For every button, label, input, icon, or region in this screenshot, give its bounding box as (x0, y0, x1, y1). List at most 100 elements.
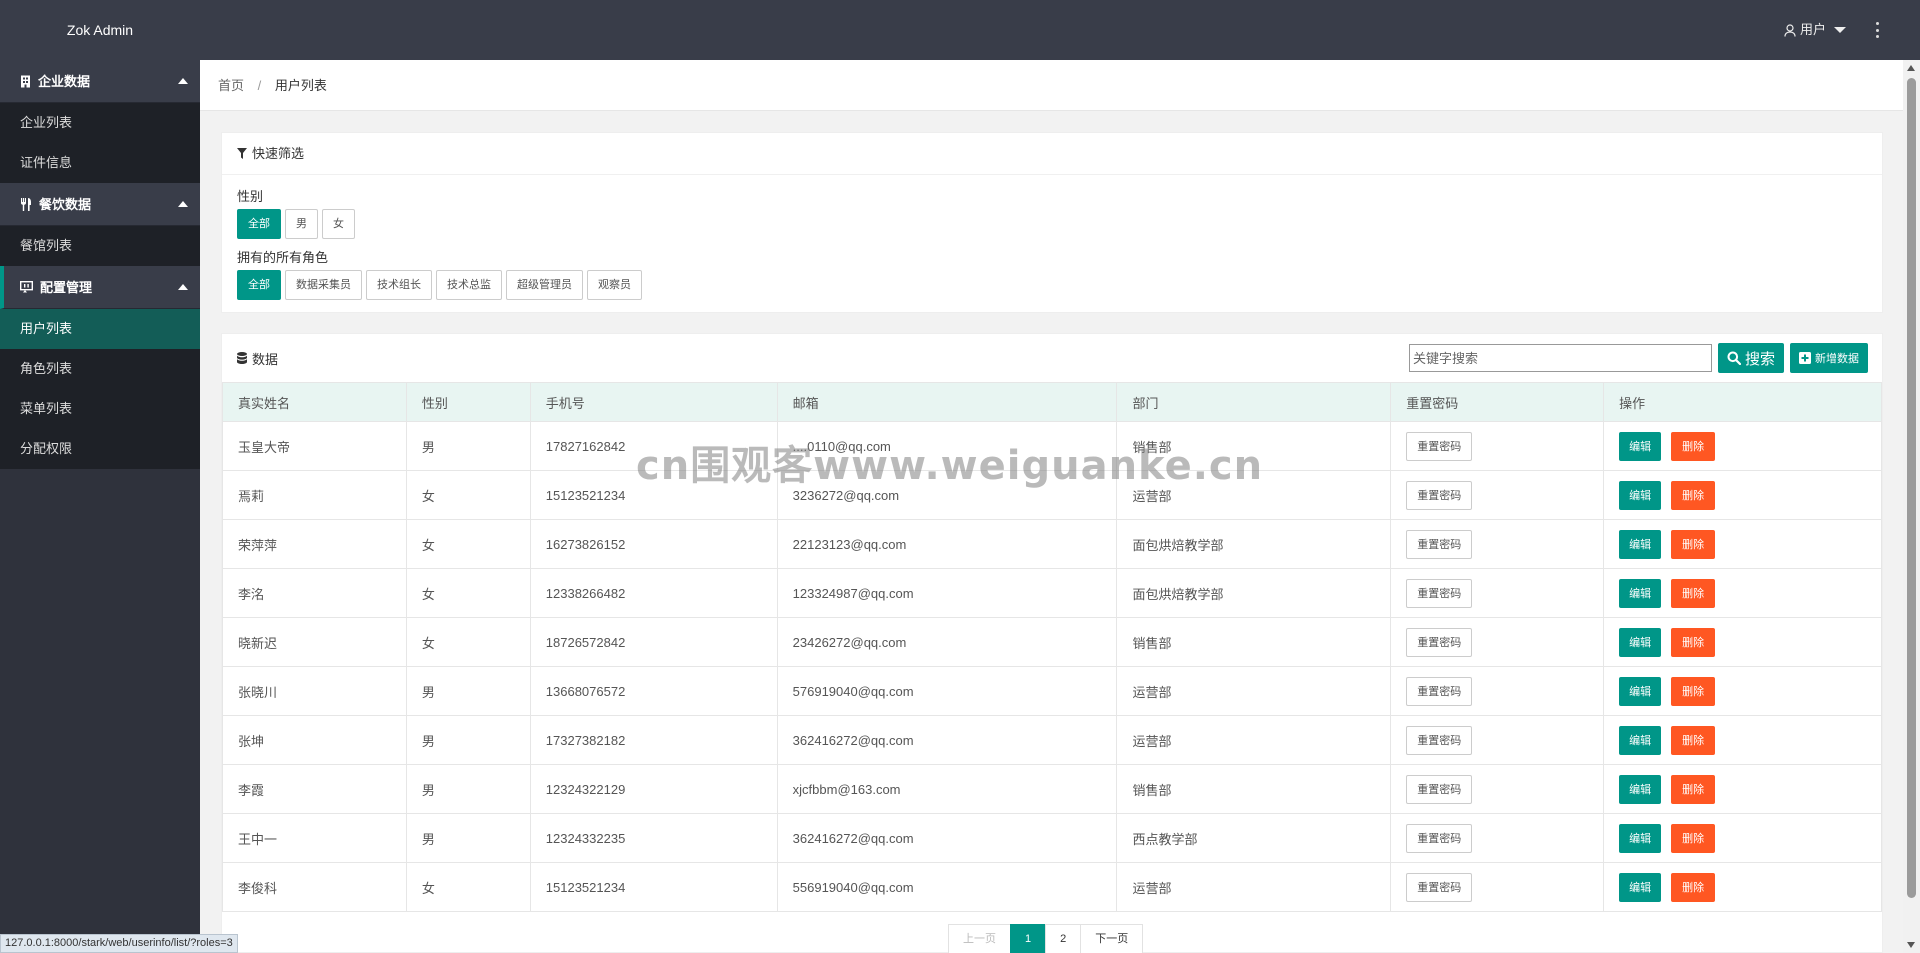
reset-password-button[interactable]: 重置密码 (1406, 725, 1473, 755)
edit-button[interactable]: 编辑 (1619, 676, 1662, 706)
watermark: cn围观客www.weiguanke.cn (636, 443, 1264, 489)
scrollbar-thumb[interactable] (1907, 78, 1916, 898)
sidebar-item-user-list[interactable]: 用户列表 (0, 309, 200, 349)
sidebar-item-assign-permissions[interactable]: 分配权限 (0, 429, 200, 469)
cell-phone: 15123521234 (529, 862, 778, 912)
page-scrollbar[interactable] (1903, 60, 1920, 953)
role-option-observer[interactable]: 观察员 (587, 270, 642, 300)
cell-gender: 女 (405, 617, 531, 667)
pagination: 上一页 1 2 下一页 (948, 924, 1144, 953)
edit-button[interactable]: 编辑 (1619, 872, 1662, 902)
cell-phone: 13668076572 (529, 666, 778, 716)
cell-real-name: 王中一 (222, 813, 407, 863)
data-panel: 数据 搜索 新增数据 真实姓名性别手机号邮箱部门重置密码操作 玉皇大帝男1782… (221, 333, 1883, 953)
role-option-super-admin[interactable]: 超级管理员 (506, 270, 583, 300)
cell-gender: 男 (405, 764, 531, 814)
gender-option-male[interactable]: 男 (285, 209, 318, 239)
cell-reset-password: 重置密码 (1390, 764, 1605, 814)
role-option-tech-lead[interactable]: 技术组长 (366, 270, 432, 300)
sidebar-item-restaurant-list[interactable]: 餐馆列表 (0, 226, 200, 266)
delete-button[interactable]: 删除 (1671, 431, 1716, 461)
table-row: 王中一男 12324332235 362416272@qq.com 西点教学部 重置密码… (222, 813, 1882, 863)
delete-button[interactable]: 删除 (1671, 529, 1716, 559)
pagination-prev[interactable]: 上一页 (948, 924, 1011, 953)
app-logo[interactable]: Zok Admin (0, 0, 200, 60)
cell-email: 362416272@qq.com (776, 813, 1118, 863)
edit-button[interactable]: 编辑 (1619, 823, 1662, 853)
reset-password-button[interactable]: 重置密码 (1406, 676, 1473, 706)
delete-button[interactable]: 删除 (1671, 676, 1716, 706)
cell-email: 576919040@qq.com (776, 666, 1118, 716)
cell-real-name: 李俊科 (222, 862, 407, 912)
reset-password-button[interactable]: 重置密码 (1406, 823, 1473, 853)
keyword-search-input[interactable] (1408, 344, 1712, 372)
breadcrumb-home[interactable]: 首页 (218, 78, 244, 93)
gender-option-female[interactable]: 女 (322, 209, 355, 239)
scroll-up-arrow-icon[interactable] (1907, 65, 1915, 71)
add-data-button[interactable]: 新增数据 (1790, 343, 1868, 373)
sidebar-item-role-list[interactable]: 角色列表 (0, 349, 200, 389)
more-vertical-icon[interactable] (1874, 22, 1880, 38)
delete-button[interactable]: 删除 (1671, 872, 1716, 902)
table-body: 玉皇大帝男 17827162842 ....0110@qq.com 销售部 重置密码 编辑… (222, 421, 1882, 912)
role-option-cto[interactable]: 技术总监 (436, 270, 502, 300)
sidebar-item-menu-list[interactable]: 菜单列表 (0, 389, 200, 429)
table-row: 荣萍萍女 16273826152 22123123@qq.com 面包烘焙教学部 重置密… (222, 519, 1882, 569)
table-row: 李霞男 12324322129 xjcfbbm@163.com 销售部 重置密码 编辑 删除 (222, 764, 1882, 814)
reset-password-button[interactable]: 重置密码 (1406, 529, 1473, 559)
cell-department: 面包烘焙教学部 (1116, 519, 1392, 569)
edit-button[interactable]: 编辑 (1619, 480, 1662, 510)
search-button-label: 搜索 (1744, 350, 1775, 368)
role-option-data-collector[interactable]: 数据采集员 (285, 270, 362, 300)
quick-filter-header: 快速筛选 (222, 133, 1882, 175)
sidebar-group-config[interactable]: 配置管理 (0, 266, 200, 309)
user-icon (1784, 23, 1796, 37)
cell-department: 运营部 (1116, 715, 1392, 765)
sidebar-group-enterprise[interactable]: 企业数据 (0, 60, 200, 103)
edit-button[interactable]: 编辑 (1619, 529, 1662, 559)
reset-password-button[interactable]: 重置密码 (1406, 480, 1473, 510)
edit-button[interactable]: 编辑 (1619, 431, 1662, 461)
pagination-page-2[interactable]: 2 (1045, 924, 1082, 953)
pagination-page-1[interactable]: 1 (1010, 924, 1047, 953)
search-button[interactable]: 搜索 (1717, 343, 1784, 373)
cell-real-name: 晓新迟 (222, 617, 407, 667)
delete-button[interactable]: 删除 (1671, 774, 1716, 804)
edit-button[interactable]: 编辑 (1619, 774, 1662, 804)
caret-down-icon (1834, 27, 1846, 33)
role-option-all[interactable]: 全部 (237, 270, 281, 300)
delete-button[interactable]: 删除 (1671, 578, 1716, 608)
delete-button[interactable]: 删除 (1671, 480, 1716, 510)
cell-actions: 编辑 删除 (1603, 764, 1882, 814)
cell-actions: 编辑 删除 (1603, 470, 1882, 520)
scroll-down-arrow-icon[interactable] (1907, 942, 1915, 948)
reset-password-button[interactable]: 重置密码 (1406, 872, 1473, 902)
edit-button[interactable]: 编辑 (1619, 725, 1662, 755)
cell-department: 西点教学部 (1116, 813, 1392, 863)
pagination-next[interactable]: 下一页 (1080, 924, 1144, 953)
reset-password-button[interactable]: 重置密码 (1406, 578, 1473, 608)
cell-email: 123324987@qq.com (776, 568, 1118, 618)
cell-actions: 编辑 删除 (1603, 862, 1882, 912)
search-icon (1727, 351, 1741, 365)
reset-password-button[interactable]: 重置密码 (1406, 627, 1473, 657)
reset-password-button[interactable]: 重置密码 (1406, 774, 1473, 804)
sidebar-item-enterprise-list[interactable]: 企业列表 (0, 103, 200, 143)
sidebar-item-certificates[interactable]: 证件信息 (0, 143, 200, 183)
edit-button[interactable]: 编辑 (1619, 627, 1662, 657)
sidebar-group-catering[interactable]: 餐饮数据 (0, 183, 200, 226)
delete-button[interactable]: 删除 (1671, 725, 1716, 755)
gender-option-all[interactable]: 全部 (237, 209, 281, 239)
table-header-row: 真实姓名 性别 手机号 邮箱 部门 重置密码 操作 (222, 382, 1882, 422)
delete-button[interactable]: 删除 (1671, 627, 1716, 657)
reset-password-button[interactable]: 重置密码 (1406, 431, 1473, 461)
cell-reset-password: 重置密码 (1390, 813, 1605, 863)
cell-department: 面包烘焙教学部 (1116, 568, 1392, 618)
table-row: 晓新迟女 18726572842 23426272@qq.com 销售部 重置密码 编辑删… (222, 617, 1882, 667)
user-menu[interactable]: 用户 (1784, 0, 1846, 60)
delete-button[interactable]: 删除 (1671, 823, 1716, 853)
edit-button[interactable]: 编辑 (1619, 578, 1662, 608)
gender-filter-options: 全部 男 女 (237, 209, 1867, 239)
sidebar-group-label: 配置管理 (40, 279, 93, 295)
cell-real-name: 玉皇大帝 (222, 421, 407, 471)
